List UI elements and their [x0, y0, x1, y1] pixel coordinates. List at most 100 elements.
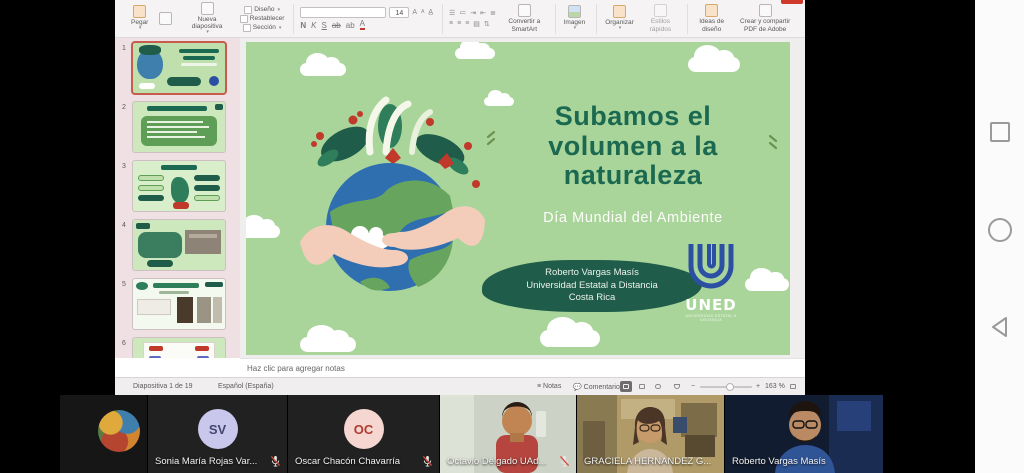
design-ideas-button[interactable]: Ideas de diseño	[694, 3, 729, 33]
zoom-slider-knob[interactable]	[726, 383, 734, 391]
author-institution: Universidad Estatal a Distancia	[526, 280, 657, 293]
muted-mic-icon	[270, 455, 281, 467]
font-name-input[interactable]	[300, 7, 386, 18]
bold-button[interactable]: N	[300, 21, 306, 30]
participant-tile[interactable]: SV Sonia María Rojas Var...	[148, 395, 287, 473]
slide-number: 5	[115, 279, 133, 329]
slide-thumbnail-5[interactable]	[133, 279, 225, 329]
list-buttons[interactable]: ☰≔⇥⇤≣	[449, 9, 496, 17]
participant-name: Sonia María Rojas Var...	[155, 456, 257, 467]
phone-screenshot: Pegar Nueva diapositiva Diseño Restablec…	[0, 0, 1024, 473]
participant-name: Oscar Chacón Chavarría	[295, 456, 400, 467]
slide-thumbnail-4[interactable]	[133, 220, 225, 270]
design-menu[interactable]: Diseño	[244, 6, 280, 14]
participant-tile[interactable]: GRACIELA HERNANDEZ G...	[577, 395, 724, 473]
highlight-button[interactable]: ab	[346, 21, 355, 30]
slide-counter: Diapositiva 1 de 19	[133, 383, 193, 390]
image-label: Imagen	[564, 19, 586, 26]
align-buttons[interactable]: ≡≡≡▤⇅	[449, 20, 490, 28]
cloud-graphic	[246, 225, 280, 238]
reading-view-button[interactable]	[652, 381, 664, 392]
recents-square-icon	[990, 122, 1010, 142]
format-painter-button[interactable]	[157, 11, 174, 27]
font-size-input[interactable]: 14	[389, 7, 409, 18]
participant-tile[interactable]: OC Oscar Chacón Chavarría	[288, 395, 439, 473]
zoom-slider[interactable]	[700, 386, 752, 388]
cloud-graphic	[455, 48, 495, 59]
strike-button[interactable]: ab	[332, 21, 341, 30]
zoom-percentage[interactable]: 163 %	[765, 383, 785, 390]
adobe-pdf-button[interactable]: Crear y compartir PDF de Adobe	[736, 3, 794, 33]
notes-toggle-label: Notas	[543, 383, 561, 390]
arrange-button[interactable]: Organizar	[603, 4, 636, 33]
slide-sorter-view-button[interactable]	[636, 381, 648, 392]
fit-to-window-button[interactable]	[787, 381, 799, 392]
participant-tile[interactable]: Roberto Vargas Masís	[725, 395, 883, 473]
ribbon-divider	[293, 4, 294, 34]
arrange-icon	[613, 5, 626, 18]
zoom-out-button[interactable]: −	[691, 383, 695, 390]
normal-view-button[interactable]	[620, 381, 632, 392]
new-slide-label: Nueva diapositiva	[183, 16, 230, 30]
thumbnail-row: 2	[115, 102, 240, 152]
slide-number: 4	[115, 220, 133, 270]
slideshow-view-button[interactable]	[671, 381, 683, 392]
quick-styles-button[interactable]: Estilos rápidos	[643, 3, 678, 33]
slide-thumbnail-3[interactable]	[133, 161, 225, 211]
back-triangle-icon	[989, 315, 1011, 339]
title-line: volumen a la	[488, 132, 778, 162]
current-slide[interactable]: Subamos el volumen a la naturaleza Día M…	[246, 42, 790, 355]
uned-logo-word: UNED	[678, 298, 744, 313]
cloud-graphic	[540, 330, 600, 347]
android-nav-bar	[975, 0, 1024, 473]
section-menu[interactable]: Sección	[243, 24, 282, 32]
slide-number: 6	[115, 338, 133, 358]
paste-button[interactable]: Pegar	[129, 4, 150, 33]
reset-label: Restablecer	[250, 15, 285, 22]
section-label: Sección	[253, 24, 276, 31]
underline-button[interactable]: S	[322, 21, 327, 30]
insert-image-button[interactable]: Imagen	[562, 4, 588, 33]
slide-number: 2	[115, 102, 133, 152]
arrange-label: Organizar	[605, 19, 634, 26]
participant-name: Roberto Vargas Masís	[732, 456, 826, 467]
new-slide-button[interactable]: Nueva diapositiva	[181, 1, 232, 37]
author-pill: Roberto Vargas Masís Universidad Estatal…	[482, 260, 702, 312]
italic-button[interactable]: K	[311, 21, 316, 30]
zoom-in-button[interactable]: +	[756, 383, 760, 390]
notes-area[interactable]: Haz clic para agregar notas	[240, 358, 805, 377]
reset-button[interactable]: Restablecer	[240, 15, 285, 23]
slide-thumbnail-2[interactable]	[133, 102, 225, 152]
slide-thumbnail-1[interactable]	[133, 43, 225, 93]
slide-number: 1	[115, 43, 133, 93]
participant-initials-avatar: SV	[198, 409, 238, 449]
grow-shrink-font[interactable]: AAA̲	[412, 9, 433, 16]
home-circle-icon	[988, 218, 1012, 242]
font-color-button[interactable]: A	[360, 20, 365, 30]
slide-thumbnail-6[interactable]	[133, 338, 225, 358]
participant-tile[interactable]	[60, 395, 147, 473]
language-indicator[interactable]: Español (España)	[218, 383, 274, 390]
author-country: Costa Rica	[569, 292, 615, 305]
cloud-graphic	[300, 63, 346, 76]
convert-smartart-label: Convertir a SmartArt	[505, 18, 544, 32]
title-line: Subamos el	[488, 102, 778, 132]
participant-tile[interactable]: Octavio Delgado UAd...	[440, 395, 576, 473]
comments-toggle[interactable]: 💬 Comentarios	[573, 383, 623, 391]
home-button[interactable]	[988, 218, 1012, 242]
design-label: Diseño	[254, 6, 274, 13]
back-button[interactable]	[989, 315, 1011, 344]
adobe-pdf-label: Crear y compartir PDF de Adobe	[738, 18, 792, 32]
cloud-graphic	[745, 278, 789, 291]
convert-smartart-button[interactable]: Convertir a SmartArt	[503, 3, 546, 33]
quick-styles-icon	[654, 4, 667, 17]
notes-toggle[interactable]: ≡ Notas	[537, 383, 561, 390]
brush-icon	[159, 12, 172, 25]
reset-icon	[240, 15, 248, 23]
ribbon: Pegar Nueva diapositiva Diseño Restablec…	[115, 0, 805, 38]
thumbnail-row: 5	[115, 279, 240, 329]
ribbon-divider	[442, 4, 443, 34]
powerpoint-window: Pegar Nueva diapositiva Diseño Restablec…	[115, 0, 805, 395]
recents-button[interactable]	[990, 122, 1010, 142]
adobe-pdf-icon	[759, 4, 772, 17]
